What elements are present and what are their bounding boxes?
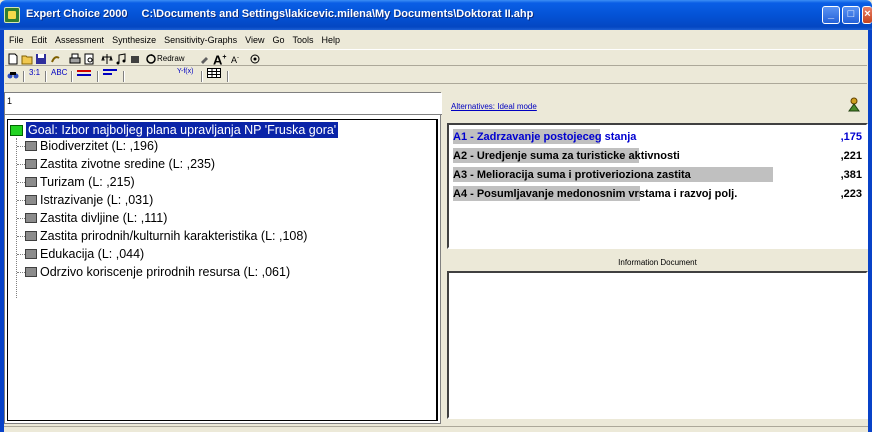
alternative-priority-value: ,381: [840, 169, 862, 181]
print-preview-icon[interactable]: [83, 51, 95, 65]
add-alternative-icon[interactable]: [846, 96, 862, 112]
tab-grid-icon[interactable]: [207, 68, 221, 80]
alternative-item[interactable]: A2 - Uredjenje suma za turisticke aktivn…: [453, 148, 680, 164]
tree-connector: [17, 236, 25, 237]
music-note-icon[interactable]: [115, 51, 127, 65]
redraw-button[interactable]: Redraw: [145, 51, 185, 65]
tab-pairwise[interactable]: 3:1: [29, 68, 40, 77]
criterion-node-icon: [25, 231, 37, 241]
stop-icon[interactable]: [129, 51, 141, 65]
node-value: 1: [7, 96, 13, 106]
criterion-node[interactable]: Istrazivanje (L: ,031): [40, 192, 153, 208]
view-toolbar: 3:1 ABC Y-f(x): [5, 66, 867, 84]
menu-synthesize[interactable]: Synthesize: [112, 32, 156, 48]
criterion-node-icon: [25, 177, 37, 187]
criterion-node-icon: [25, 267, 37, 277]
alternative-priority-value: ,221: [840, 150, 862, 162]
node-value-field[interactable]: 1: [5, 93, 442, 115]
file-path: C:\Documents and Settings\lakicevic.mile…: [141, 8, 534, 20]
tree-connector: [17, 146, 25, 147]
alternatives-list[interactable]: A1 - Zadrzavanje postojeceg stanja ,175 A2…: [447, 123, 868, 249]
menu-tools[interactable]: Tools: [293, 32, 314, 48]
menu-file[interactable]: File: [9, 32, 24, 48]
criterion-node[interactable]: Zastita prirodnih/kulturnih karakteristi…: [40, 228, 307, 244]
alternative-priority-value: ,223: [840, 188, 862, 200]
information-document[interactable]: [447, 271, 868, 419]
menu-assessment[interactable]: Assessment: [55, 32, 104, 48]
tree-connector: [17, 254, 25, 255]
tab-separator: [227, 71, 229, 82]
maximize-button[interactable]: □: [842, 6, 860, 24]
alternatives-panel: Alternatives: Ideal mode A1 - Zadrzavanj…: [445, 92, 868, 424]
menu-view[interactable]: View: [245, 32, 264, 48]
tab-bars-icon[interactable]: [77, 68, 91, 80]
font-larger-icon[interactable]: A+: [213, 51, 226, 67]
tree-connector: [17, 272, 25, 273]
tree-connector: [17, 200, 25, 201]
criterion-node[interactable]: Zastita zivotne sredine (L: ,235): [40, 156, 215, 172]
criterion-node[interactable]: Zastita divljine (L: ,111): [40, 210, 167, 226]
alternatives-mode-link[interactable]: Alternatives: Ideal mode: [451, 102, 537, 111]
tab-separator: [23, 71, 25, 82]
tab-formula[interactable]: Y-f(x): [177, 68, 193, 75]
tab-separator: [123, 71, 125, 82]
menu-bar: File Edit Assessment Synthesize Sensitivity-…: [5, 32, 867, 48]
status-bar: [4, 426, 868, 432]
criterion-node-icon: [25, 249, 37, 259]
new-file-icon[interactable]: [7, 51, 19, 65]
undo-icon[interactable]: [49, 51, 61, 65]
criterion-node[interactable]: Odrzivo koriscenje prirodnih resursa (L:…: [40, 264, 290, 280]
app-icon[interactable]: [4, 7, 20, 23]
tab-separator: [45, 71, 47, 82]
app-window: Expert Choice 2000 C:\Documents and Setti…: [0, 0, 872, 432]
criterion-node-icon: [25, 213, 37, 223]
window-title: Expert Choice 2000 C:\Documents and Setti…: [26, 8, 533, 20]
save-icon[interactable]: [35, 51, 47, 65]
redraw-label: Redraw: [157, 54, 185, 63]
binoculars-icon[interactable]: [7, 67, 19, 81]
balance-icon[interactable]: [101, 51, 113, 65]
menu-help[interactable]: Help: [322, 32, 341, 48]
alternative-priority-value: ,175: [840, 131, 862, 143]
criterion-node[interactable]: Edukacija (L: ,044): [40, 246, 144, 262]
close-button[interactable]: ×: [862, 6, 872, 24]
tab-separator: [201, 71, 203, 82]
information-document-header: Information Document: [618, 258, 697, 267]
menu-go[interactable]: Go: [272, 32, 284, 48]
criterion-node-icon: [25, 141, 37, 151]
window-border-right: [868, 30, 872, 432]
tab-abc-rating[interactable]: ABC: [51, 68, 67, 77]
app-name: Expert Choice 2000: [26, 8, 128, 20]
title-bar[interactable]: Expert Choice 2000 C:\Documents and Setti…: [0, 0, 872, 30]
tree-view[interactable]: Goal: Izbor najboljeg plana upravljanja …: [7, 119, 438, 421]
goal-node[interactable]: Goal: Izbor najboljeg plana upravljanja …: [26, 122, 339, 138]
goal-node-icon: [10, 125, 23, 136]
tree-connector: [17, 182, 25, 183]
alternatives-header: Alternatives: Ideal mode: [445, 92, 868, 122]
alternative-item[interactable]: A4 - Posumljavanje medonosnim vrstama i …: [453, 186, 737, 202]
main-toolbar: Redraw A+ A-: [5, 49, 867, 67]
tab-hbars-icon[interactable]: [103, 68, 117, 80]
minimize-button[interactable]: _: [822, 6, 840, 24]
criterion-node-icon: [25, 159, 37, 169]
criterion-node-icon: [25, 195, 37, 205]
open-folder-icon[interactable]: [21, 51, 33, 65]
tab-separator: [71, 71, 73, 82]
tree-connector: [17, 164, 25, 165]
tree-connector: [17, 218, 25, 219]
print-icon[interactable]: [69, 51, 81, 65]
model-tree-panel: 1 Goal: Izbor najboljeg plana upravljanj…: [4, 92, 442, 424]
font-smaller-icon[interactable]: A-: [231, 51, 239, 65]
menu-edit[interactable]: Edit: [32, 32, 48, 48]
alternative-item[interactable]: A1 - Zadrzavanje postojeceg stanja: [453, 129, 636, 145]
menu-sensitivity-graphs[interactable]: Sensitivity-Graphs: [164, 32, 237, 48]
tab-separator: [97, 71, 99, 82]
paint-icon[interactable]: [199, 51, 211, 65]
criterion-node[interactable]: Biodiverzitet (L: ,196): [40, 138, 158, 154]
alternative-item[interactable]: A3 - Melioracija suma i protiverioziona …: [453, 167, 691, 183]
criterion-node[interactable]: Turizam (L: ,215): [40, 174, 135, 190]
help-icon[interactable]: [249, 51, 261, 65]
